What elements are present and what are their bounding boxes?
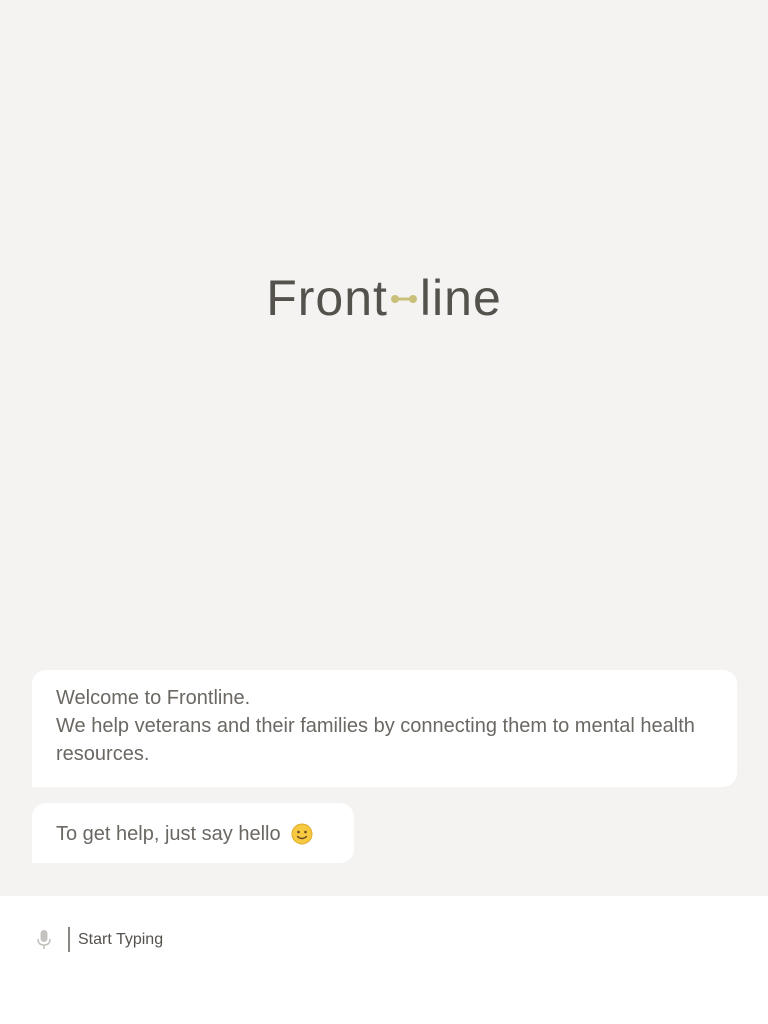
brand-logo: Front line bbox=[0, 268, 768, 328]
bot-message-hello: To get help, just say hello bbox=[32, 803, 354, 863]
message-composer bbox=[0, 896, 768, 1024]
message-input[interactable] bbox=[78, 927, 718, 953]
bot-message-welcome: Welcome to Frontline. We help veterans a… bbox=[32, 670, 737, 787]
smiling-face-icon bbox=[291, 823, 313, 845]
hello-prompt-text: To get help, just say hello bbox=[56, 823, 281, 845]
composer-divider bbox=[68, 927, 70, 952]
welcome-line: Welcome to Frontline. bbox=[56, 687, 251, 709]
microphone-icon[interactable] bbox=[36, 929, 52, 951]
logo-text-line: line bbox=[419, 270, 502, 326]
welcome-description: We help veterans and their families by c… bbox=[56, 715, 695, 765]
logo-link-icon bbox=[390, 268, 418, 328]
chat-app: Front line Welcome to Frontline. We help… bbox=[0, 0, 768, 1024]
logo-text-front: Front bbox=[266, 270, 388, 326]
